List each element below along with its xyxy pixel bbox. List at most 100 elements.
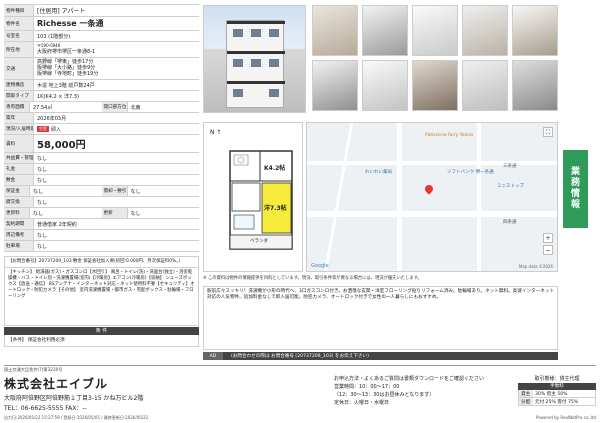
zoom-out-icon[interactable]: − xyxy=(543,245,553,255)
gallery-photo[interactable] xyxy=(512,60,558,111)
agent-phone: TEL：06-6625-5555 FAX：-- xyxy=(4,405,87,412)
value-layout: 1K(K4.2 × 洋7.3) xyxy=(37,93,79,100)
agent-address: 大阪府阿倍野区阿倍野筋１丁目3-15 かね万ビル2階 xyxy=(4,395,144,402)
row-key: 鍵交換 なし xyxy=(4,197,199,208)
row-rent: 賃料 58,000円 xyxy=(4,135,199,153)
zoom-in-icon[interactable]: + xyxy=(543,233,553,243)
status-badge: 空室 xyxy=(37,126,49,132)
property-details-table: 物件種目 [住居用] アパート 物件名 Richesse 一条通 号室名 103… xyxy=(4,4,199,347)
gallery-photo[interactable] xyxy=(312,60,358,111)
location-map[interactable]: Patisserie fairy Yoona ソフトバンク 堺一条通 わいわい薬… xyxy=(306,122,558,272)
map-poi: わいわい薬局 xyxy=(365,170,392,175)
agent-license: 国土交通大臣免許(7)第3220号 xyxy=(4,367,63,372)
status-text: 即入 xyxy=(51,126,62,133)
gallery-photo[interactable] xyxy=(362,5,408,56)
value-structure: 木造 地上3階 総戸数24戸 xyxy=(37,82,95,89)
powered-by: Powered by RealNetPro co.,ltd xyxy=(535,415,596,420)
value-reikin: なし xyxy=(37,166,48,173)
map-street-label: 三条通 xyxy=(503,164,517,169)
floor-plan-drawing xyxy=(229,150,293,250)
address-text: 大阪府堺市堺区一条通8-1 xyxy=(37,49,96,56)
gallery-photo[interactable] xyxy=(412,5,458,56)
label-mgmt: 共益費・管理費 xyxy=(4,153,34,163)
label-type: 物件種目 xyxy=(4,5,34,16)
value-renewal: なし xyxy=(33,210,44,217)
room-label: 洋7.3帖 xyxy=(264,205,287,212)
value-rent: 58,000円 xyxy=(37,140,86,151)
fee-row: 貸主 30% 借主 50% xyxy=(518,390,596,398)
row-name: 物件名 Richesse 一条通 xyxy=(4,17,199,31)
map-road xyxy=(323,123,354,271)
gallery-photo[interactable] xyxy=(512,5,558,56)
location-pin-icon[interactable] xyxy=(423,183,435,195)
fee-row-value: 30% 借主 50% xyxy=(535,391,568,397)
contact-line: 定休日：火曜日・水曜日 xyxy=(334,400,390,406)
contact-info: お申込方法・よくあるご質問は書類ダウンロードをご確認ください 営業時間：10：0… xyxy=(334,375,514,407)
row-status: 現況/入居時期 空室 即入 xyxy=(4,124,199,135)
label-status: 現況/入居時期 xyxy=(4,124,34,134)
gallery-photo[interactable] xyxy=(462,60,508,111)
fee-row-label: 分配 xyxy=(519,398,533,405)
map-attribution: Map data ©2026 xyxy=(518,264,553,269)
label-reikin: 礼金 xyxy=(4,164,34,174)
print-footer: 出力日:2026/05/22 15:27:59 / 登録日:2026/05/05… xyxy=(4,415,596,421)
label-name: 物件名 xyxy=(4,17,34,30)
sidetab-char: 業 xyxy=(570,167,580,177)
row-address: 所在地 〒590-0946 大阪府堺市堺区一条通8-1 xyxy=(4,42,199,58)
row-shikikin: 敷金 なし xyxy=(4,175,199,186)
row-area: 専有面積 27.54㎡ 開口部方位 北東 xyxy=(4,102,199,113)
map-road xyxy=(307,211,557,217)
row-built: 築年 2026年03月 xyxy=(4,113,199,124)
google-logo: Google xyxy=(311,263,329,269)
value-mgmt: なし xyxy=(37,155,48,162)
label-hoshokin: 保証金 xyxy=(4,186,30,196)
row-renewal: 更新料 なし 更新 なし xyxy=(4,208,199,219)
value-facing: 北東 xyxy=(130,104,141,111)
agent-info: 国土交通大臣免許(7)第3220号 株式会社エイブル 大阪府阿倍野区阿倍野筋１丁… xyxy=(4,367,304,412)
ad-label: AD xyxy=(203,352,223,360)
row-layout: 間取タイプ 1K(K4.2 × 洋7.3) xyxy=(4,91,199,102)
map-poi: Patisserie fairy Yoona xyxy=(425,133,473,138)
north-label: N xyxy=(210,129,215,136)
fee-table: 取引態様：貸主代理 手数料 貸主 30% 借主 50% 分配 元付 25% 客付… xyxy=(518,375,596,406)
floor-plan[interactable]: N ↑ K4.2帖 洋7.3帖 ベランダ xyxy=(203,122,303,272)
value-parking: なし xyxy=(37,243,48,250)
fee-row-value: 元付 25% 客付 75% xyxy=(535,399,579,405)
agent-name: 株式会社エイブル xyxy=(4,377,109,391)
fullscreen-icon[interactable]: ⛶ xyxy=(543,127,553,137)
gallery-photo[interactable] xyxy=(312,5,358,56)
gallery-photo[interactable] xyxy=(462,5,508,56)
conditions-block: 【条件】 保証会社利用必須 xyxy=(4,335,199,347)
value-hoshokin: なし xyxy=(33,188,44,195)
building-illustration xyxy=(226,20,285,108)
value-free: なし xyxy=(37,232,48,239)
gallery-photo[interactable] xyxy=(412,60,458,111)
value-shokyaku: なし xyxy=(130,188,141,195)
row-contract: 契約期間 普通借家 2年契約 xyxy=(4,219,199,230)
notice-text: ※ この資料は物件の情報提供を目的としています。現況、取引条件等が異なる場合には… xyxy=(203,276,422,281)
gallery-photo[interactable] xyxy=(362,60,408,111)
map-poi: ミニストップ xyxy=(497,184,524,189)
business-info-tab[interactable]: 業 務 情 報 xyxy=(563,150,588,228)
row-type: 物件種目 [住居用] アパート xyxy=(4,4,199,17)
label-free: 周辺備考 xyxy=(4,230,34,240)
fee-title: 手数料 xyxy=(518,383,596,390)
label-parking: 駐車場 xyxy=(4,241,34,251)
label-address: 所在地 xyxy=(4,42,34,57)
label-transit: 交通 xyxy=(4,58,34,79)
map-street-label: 四条通 xyxy=(503,220,517,225)
row-parking: 駐車場 なし xyxy=(4,241,199,252)
label-shokyaku: 償却・敷引 xyxy=(101,186,128,196)
value-status: 空室 即入 xyxy=(34,124,199,134)
map-poi: ソフトバンク 堺一条通 xyxy=(447,170,494,175)
label-rent: 賃料 xyxy=(4,135,34,152)
remarks-block: 駅前広々スッキリ！洗濯機が小形の時代へ、3口ガスコンロ付き。お洒落な玄関・洋室フ… xyxy=(203,286,558,350)
label-renewal2: 更新 xyxy=(101,208,128,218)
equipment-block: 【キッチン】 給湯器(ガス)・ガスコンロ【水回り】 風呂・トイレ(洗)・洗面台(… xyxy=(4,268,199,326)
label-contract: 契約期間 xyxy=(4,219,34,229)
building-photo[interactable] xyxy=(203,5,306,113)
value-name: Richesse 一条通 xyxy=(37,19,104,28)
transaction-type: 取引態様：貸主代理 xyxy=(534,376,580,382)
contact-line: 営業時間：10：00～17：00 xyxy=(334,384,400,390)
map-road xyxy=(397,123,402,271)
